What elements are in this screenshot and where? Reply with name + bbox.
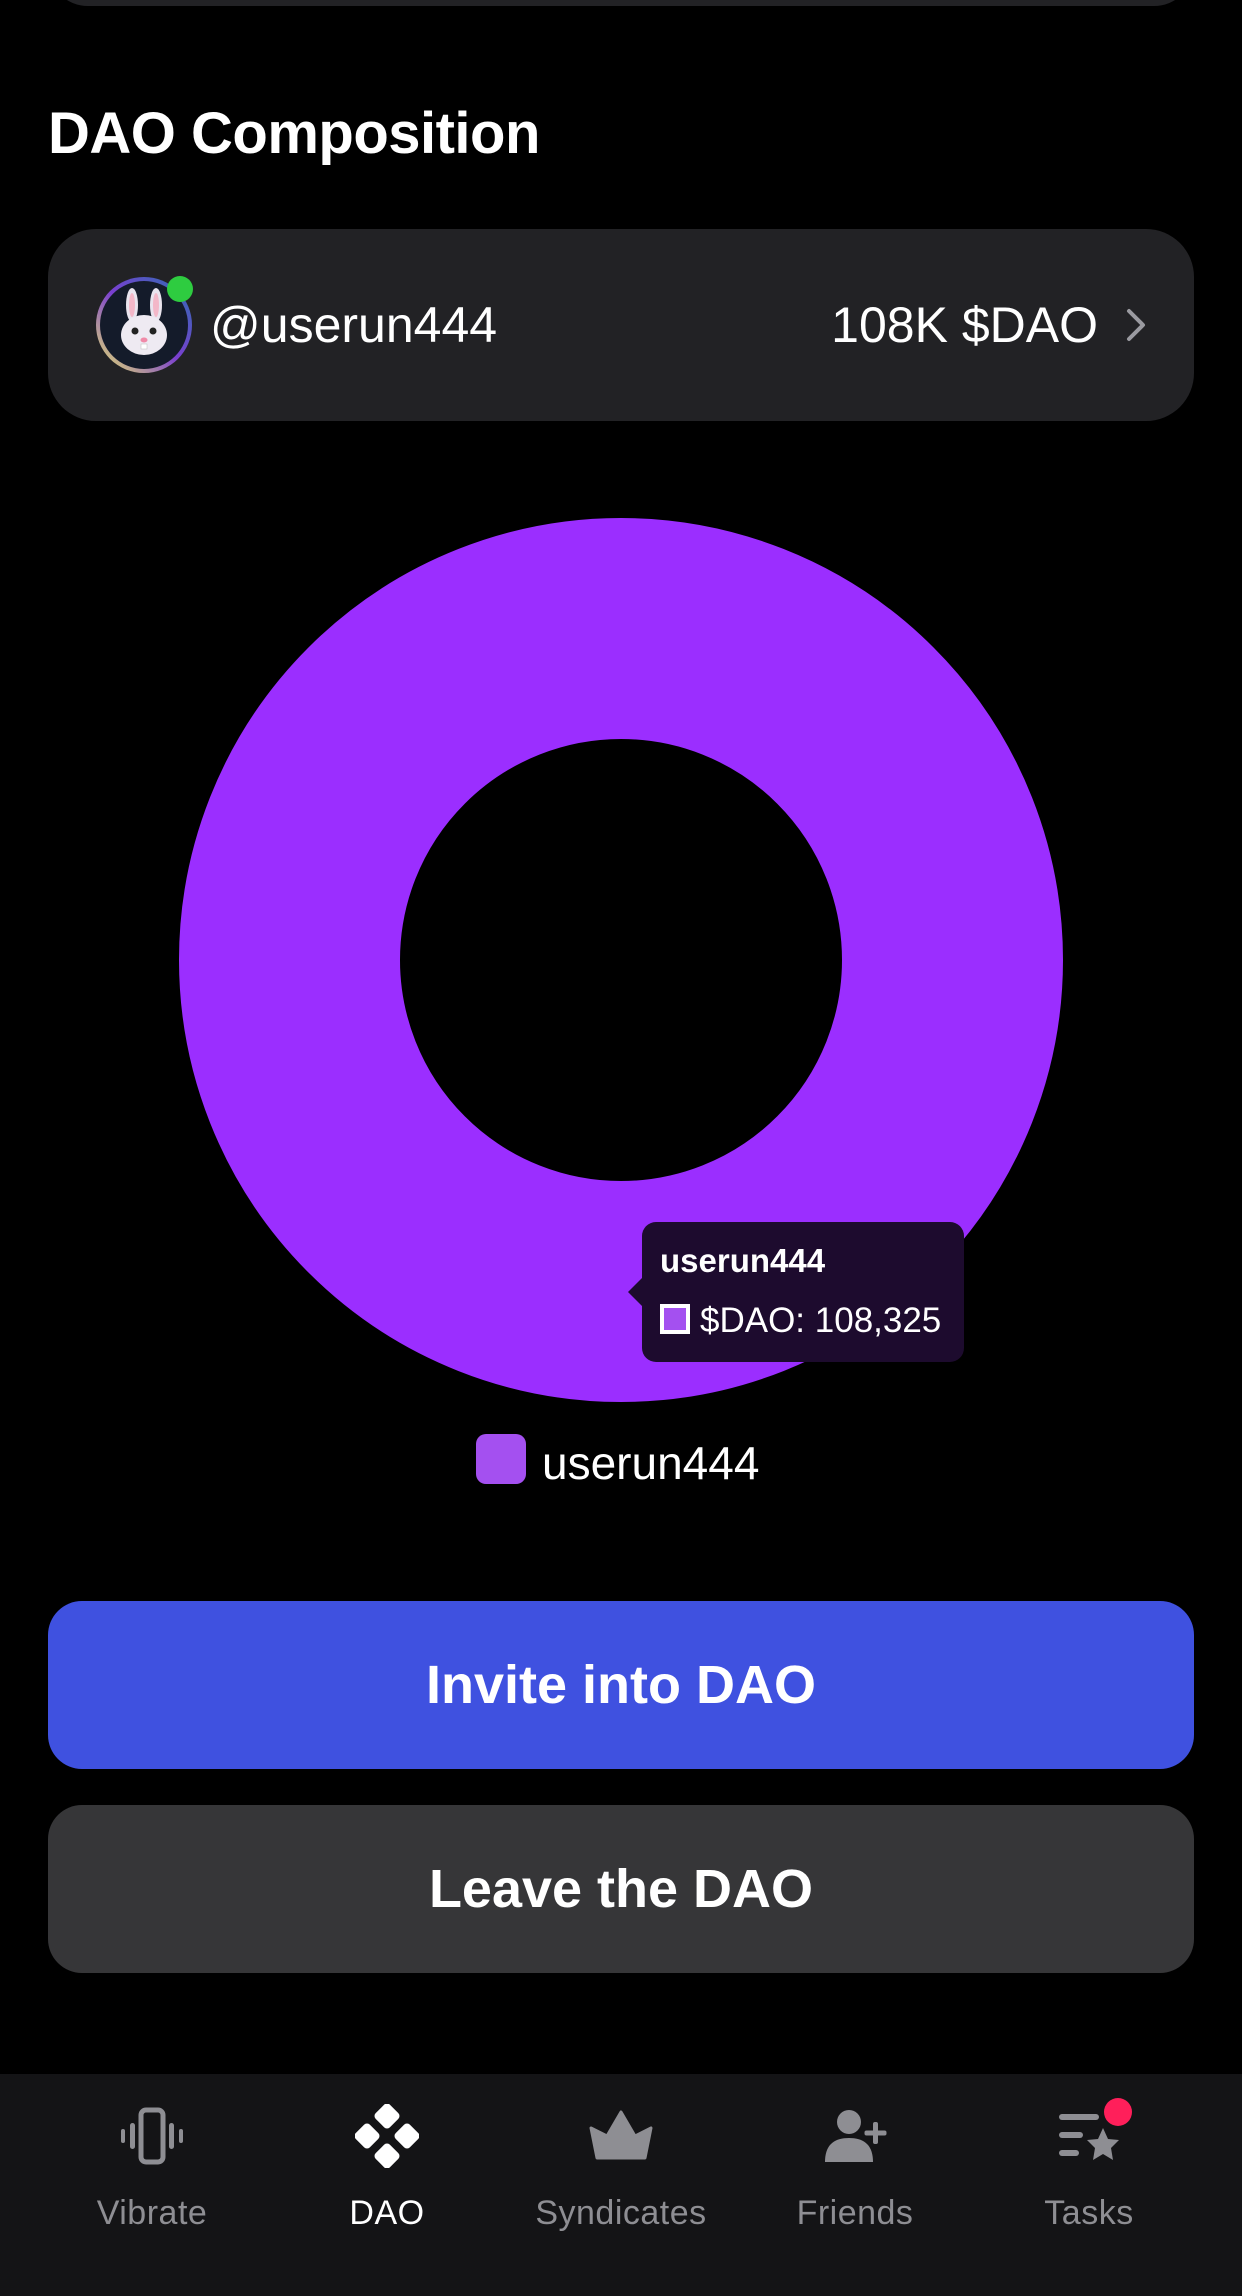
tab-label-dao: DAO — [349, 2194, 425, 2232]
tab-vibrate[interactable]: Vibrate — [35, 2074, 269, 2296]
member-row[interactable]: @userun444 108K $DAO — [48, 229, 1194, 421]
tasks-notification-badge — [1104, 2098, 1132, 2126]
invite-into-dao-button[interactable]: Invite into DAO — [48, 1601, 1194, 1769]
tooltip-value: $DAO: 108,325 — [700, 1301, 942, 1340]
tab-friends[interactable]: Friends — [738, 2074, 972, 2296]
tab-dao[interactable]: DAO — [270, 2074, 504, 2296]
tooltip-title: userun444 — [660, 1242, 826, 1279]
dao-diamond-icon — [355, 2104, 419, 2168]
tab-tasks[interactable]: Tasks — [972, 2074, 1206, 2296]
tab-label-tasks: Tasks — [1044, 2194, 1134, 2232]
tooltip-swatch — [660, 1304, 690, 1334]
legend-swatch — [476, 1434, 526, 1484]
leave-dao-button[interactable]: Leave the DAO — [48, 1805, 1194, 1973]
tab-syndicates[interactable]: Syndicates — [504, 2074, 738, 2296]
add-person-icon — [825, 2110, 887, 2162]
tab-label-friends: Friends — [796, 2194, 914, 2232]
vibrate-phone-icon — [121, 2107, 183, 2165]
chevron-right-icon — [1127, 309, 1145, 341]
chart-tooltip: userun444 $DAO: 108,325 — [628, 1222, 964, 1362]
member-dao-amount: 108K $DAO — [831, 297, 1098, 353]
donut-slice-userun444[interactable] — [179, 518, 1063, 1402]
online-status-dot — [167, 276, 193, 302]
dao-composition-chart — [0, 500, 1242, 1420]
tab-label-syndicates: Syndicates — [535, 2194, 707, 2232]
section-title: DAO Composition — [48, 101, 540, 166]
previous-card-edge — [48, 0, 1194, 6]
tab-label-vibrate: Vibrate — [96, 2194, 208, 2232]
crown-icon — [589, 2110, 653, 2160]
member-username: @userun444 — [210, 297, 498, 353]
bottom-tab-bar: Vibrate DAO Syndicates Friends Tasks — [0, 2074, 1242, 2296]
legend-label: userun444 — [542, 1437, 760, 1489]
donut-chart-svg — [179, 518, 1063, 1402]
